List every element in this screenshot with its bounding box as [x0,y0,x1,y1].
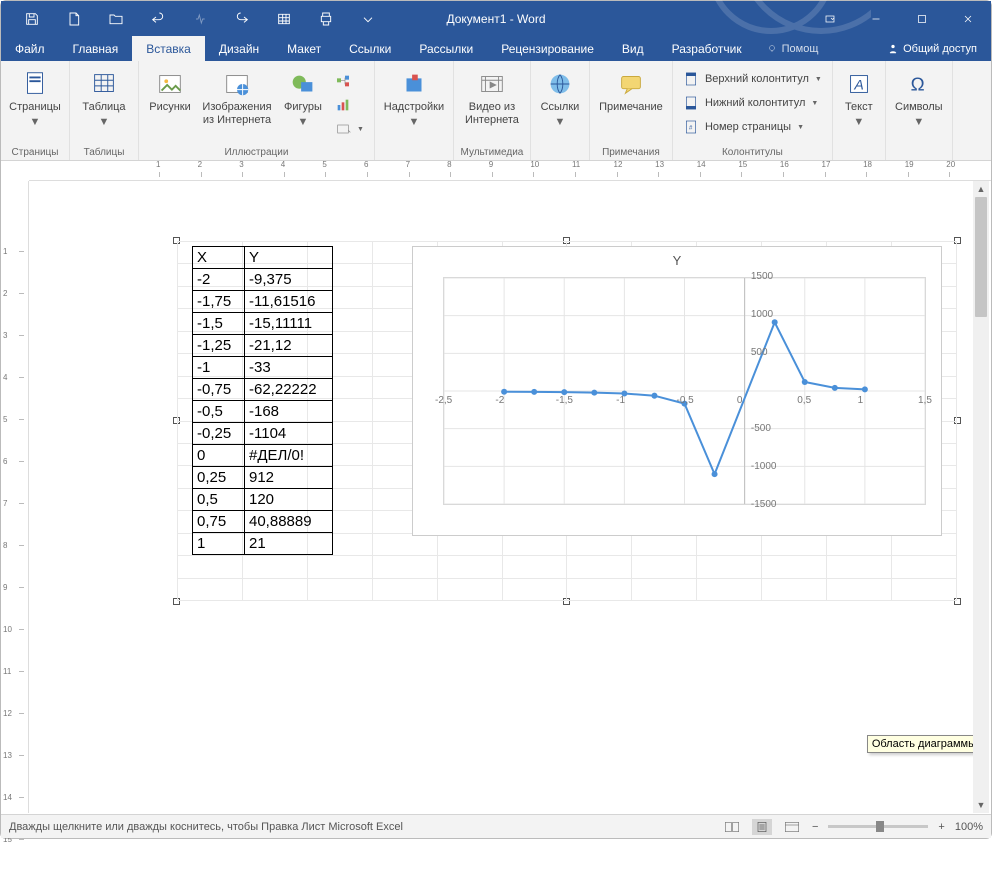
tab-layout[interactable]: Макет [273,36,335,61]
ribbon-tabs: Файл Главная Вставка Дизайн Макет Ссылки… [1,36,991,61]
data-table: XY-2-9,375-1,75-11,61516-1,5-15,11111-1,… [192,246,333,555]
pages-button[interactable]: Страницы▼ [5,67,65,131]
text-button[interactable]: A Текст▼ [837,67,881,131]
zoom-slider[interactable] [828,825,928,828]
zoom-level[interactable]: 100% [955,821,983,833]
links-button[interactable]: Ссылки▼ [535,67,585,131]
tab-mailings[interactable]: Рассылки [405,36,487,61]
scrollbar-thumb[interactable] [975,197,987,317]
undo-icon[interactable] [137,1,179,36]
redo-icon[interactable] [221,1,263,36]
print-layout-icon[interactable] [752,819,772,835]
chart[interactable]: Y -2,5-2-1,5-1-0,500,511,5-1500-1000-500… [412,246,942,536]
status-hint: Дважды щелкните или дважды коснитесь, чт… [9,821,403,833]
read-mode-icon[interactable] [722,819,742,835]
shapes-button[interactable]: Фигуры▼ [277,67,329,131]
symbols-button[interactable]: Ω Символы▼ [890,67,948,131]
online-pictures-button[interactable]: Изображения из Интернета [197,67,277,129]
table-button[interactable]: Таблица▼ [74,67,134,131]
minimize-icon[interactable] [853,1,899,36]
online-video-button[interactable]: Видео из Интернета [458,67,526,129]
qat-customize-icon[interactable] [347,1,389,36]
scroll-down-icon[interactable]: ▼ [973,797,989,813]
close-icon[interactable] [945,1,991,36]
chart-area-tooltip: Область диаграммы [867,735,973,753]
equation-icon[interactable] [179,1,221,36]
footer-button[interactable]: Нижний колонтитул ▼ [677,91,828,115]
share-button[interactable]: Общий доступ [873,36,991,61]
tab-design[interactable]: Дизайн [205,36,273,61]
page-number-button[interactable]: #Номер страницы ▼ [677,115,828,139]
ribbon-options-icon[interactable] [807,1,853,36]
chart-button[interactable] [329,93,370,117]
ribbon: Страницы▼ Страницы Таблица▼ Таблицы Рису… [1,61,991,161]
vertical-scrollbar[interactable]: ▲ ▼ [973,181,989,813]
svg-text:A: A [853,77,863,93]
pictures-button[interactable]: Рисунки [143,67,197,116]
zoom-in-icon[interactable]: + [938,821,944,833]
title-bar: Документ1 - Word [1,1,991,36]
tab-file[interactable]: Файл [1,36,59,61]
tell-me-field[interactable]: Помощ [766,36,819,61]
tab-view[interactable]: Вид [608,36,658,61]
header-button[interactable]: Верхний колонтитул ▼ [677,67,828,91]
horizontal-ruler[interactable]: 1234567891011121314151617181920 [29,161,991,181]
tab-developer[interactable]: Разработчик [658,36,756,61]
embedded-excel-object[interactable]: XY-2-9,375-1,75-11,61516-1,5-15,11111-1,… [177,241,957,601]
vertical-ruler[interactable]: 123456789101112131415 [1,181,29,813]
scroll-up-icon[interactable]: ▲ [973,181,989,197]
save-icon[interactable] [11,1,53,36]
tab-home[interactable]: Главная [59,36,133,61]
document-area[interactable]: XY-2-9,375-1,75-11,61516-1,5-15,11111-1,… [29,181,973,813]
screenshot-button[interactable]: ▼ [329,117,370,141]
addins-button[interactable]: Надстройки▼ [379,67,449,131]
open-icon[interactable] [95,1,137,36]
web-layout-icon[interactable] [782,819,802,835]
print-preview-icon[interactable] [305,1,347,36]
document-title: Документ1 - Word [446,12,545,26]
status-bar: Дважды щелкните или дважды коснитесь, чт… [1,814,991,838]
new-document-icon[interactable] [53,1,95,36]
tab-references[interactable]: Ссылки [335,36,405,61]
svg-text:Ω: Ω [910,74,924,95]
page: XY-2-9,375-1,75-11,61516-1,5-15,11111-1,… [137,191,957,813]
maximize-icon[interactable] [899,1,945,36]
chart-title: Y [413,247,941,268]
comment-button[interactable]: Примечание [594,67,668,116]
smartart-button[interactable] [329,69,370,93]
tab-review[interactable]: Рецензирование [487,36,608,61]
tab-insert[interactable]: Вставка [132,36,205,61]
zoom-out-icon[interactable]: − [812,821,818,833]
svg-text:#: # [689,126,693,132]
table-icon[interactable] [263,1,305,36]
